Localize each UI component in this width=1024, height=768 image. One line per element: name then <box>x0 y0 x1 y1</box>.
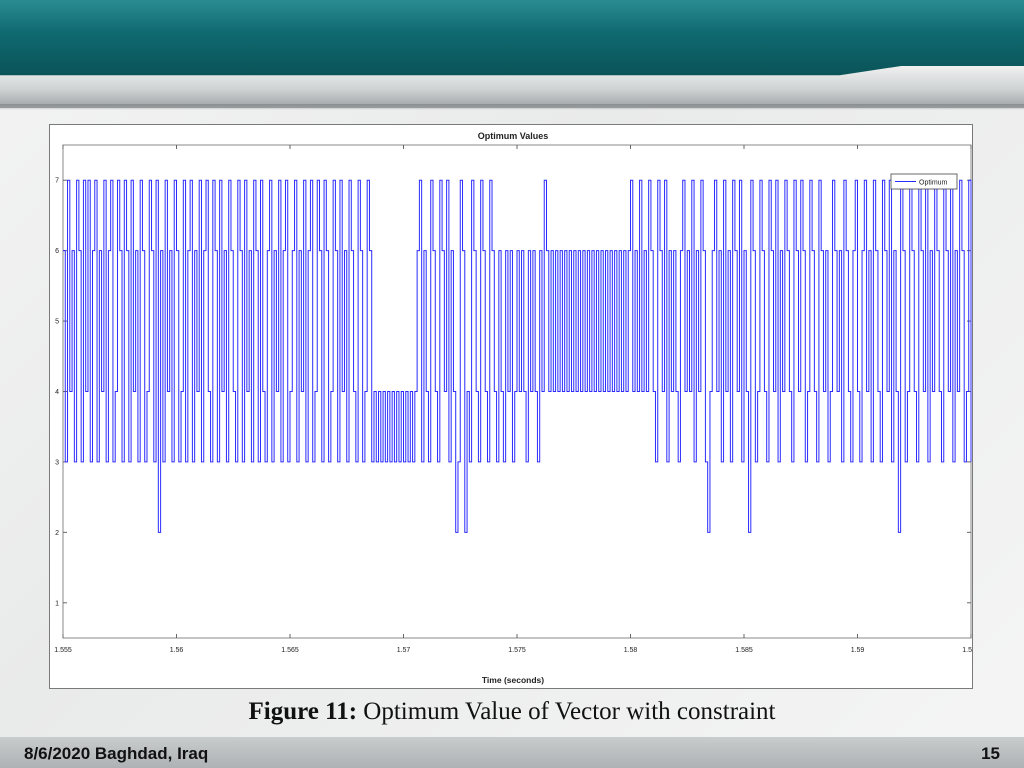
y-tick-label: 5 <box>55 319 59 326</box>
y-tick-label: 4 <box>55 389 59 396</box>
figure-caption: Figure 11: Optimum Value of Vector with … <box>0 698 1024 726</box>
header-shadow <box>0 104 1024 110</box>
x-tick-label: 1.595 <box>962 647 972 654</box>
chart-frame: Optimum Values 1 2 3 4 5 6 7 1.555 1.56 1.565 1.5… <box>49 124 973 689</box>
x-tick-label: 1.59 <box>851 647 865 654</box>
legend: Optimum <box>890 173 958 190</box>
y-tick-label: 2 <box>55 530 59 537</box>
x-tick-label: 1.57 <box>397 647 411 654</box>
chart-title: Optimum Values <box>478 131 549 141</box>
x-tick-label: 1.585 <box>735 647 753 654</box>
x-tick-label: 1.565 <box>281 647 299 654</box>
x-tick-label: 1.575 <box>508 647 526 654</box>
legend-label: Optimum <box>919 180 948 187</box>
y-tick-label: 6 <box>55 248 59 255</box>
slide-page-number: 15 <box>981 744 1000 763</box>
figure-caption-label: Figure 11: <box>248 698 358 725</box>
x-axis-label: Time (seconds) <box>482 675 544 685</box>
y-tick-label: 3 <box>55 459 59 466</box>
footer-date: 8/6/2020 Baghdad, Iraq <box>24 744 209 763</box>
figure-caption-text: Optimum Value of Vector with constraint <box>357 698 776 725</box>
optimum-values-chart: Optimum Values 1 2 3 4 5 6 7 1.555 1.56 1.565 1.5… <box>54 131 972 685</box>
y-tick-label: 7 <box>55 178 59 185</box>
x-tick-label: 1.58 <box>624 647 638 654</box>
y-tick-label: 1 <box>55 600 59 607</box>
x-tick-label: 1.555 <box>54 647 72 654</box>
x-tick-label: 1.56 <box>170 647 184 654</box>
